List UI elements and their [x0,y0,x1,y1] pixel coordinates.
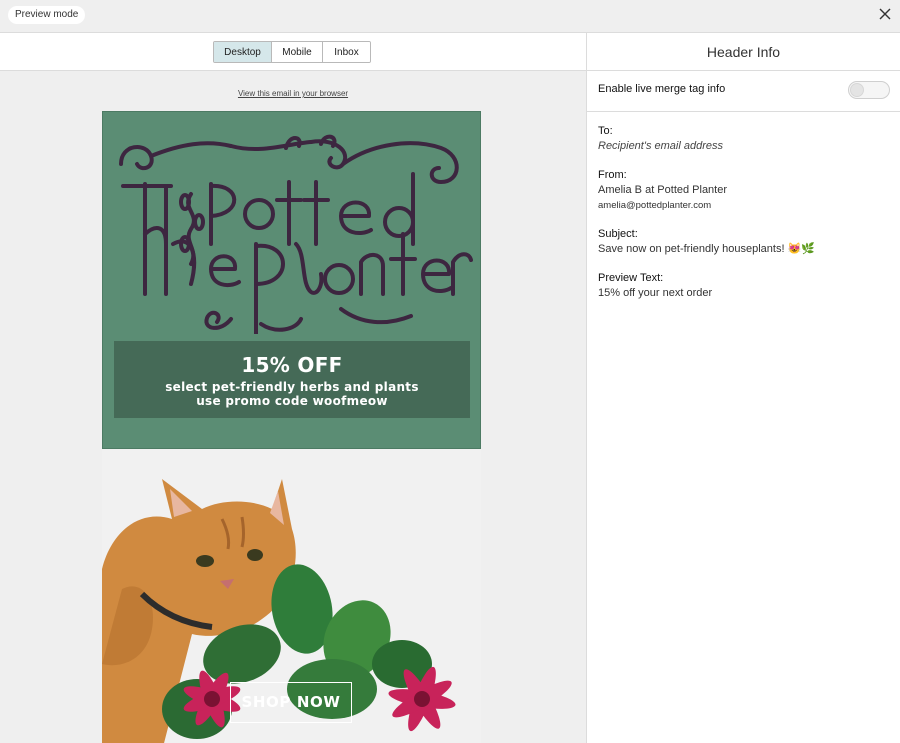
preview-text-field: Preview Text: 15% off your next order [598,271,889,301]
to-label: To: [598,125,613,137]
potted-planter-logo [119,134,473,334]
to-field: To: Recipient's email address [598,124,889,154]
shop-now-button[interactable]: SHOP NOW [230,682,352,723]
close-button[interactable] [878,7,892,21]
merge-tag-label: Enable live merge tag info [598,83,726,95]
preview-text-value: 15% off your next order [598,287,713,299]
email-preview-pane[interactable]: Desktop Mobile Inbox View this email in … [0,33,586,743]
promo-code-prefix: use promo code [196,394,313,408]
top-bar: Preview mode [0,0,900,33]
device-view-toggle: Desktop Mobile Inbox [213,41,371,63]
promo-banner: 15% OFF select pet-friendly herbs and pl… [114,341,470,418]
view-in-browser-link[interactable]: View this email in your browser [0,89,586,98]
subject-label: Subject: [598,228,638,240]
from-name: Amelia B at Potted Planter [598,184,728,196]
promo-line-2: use promo code woofmeow [114,394,470,408]
email-content: 15% OFF select pet-friendly herbs and pl… [102,111,481,743]
from-field: From: Amelia B at Potted Planter amelia@… [598,168,889,213]
promo-title: 15% OFF [241,353,343,377]
cat-with-plants-photo: SHOP NOW [102,449,481,743]
promo-line-1: select pet-friendly herbs and plants [165,380,419,394]
merge-tag-row: Enable live merge tag info [587,71,900,112]
to-value: Recipient's email address [598,140,723,152]
view-toggle-bar: Desktop Mobile Inbox [0,33,586,71]
view-mobile-button[interactable]: Mobile [272,42,323,62]
merge-tag-toggle[interactable] [848,81,890,99]
toggle-knob [850,83,864,97]
subject-value: Save now on pet-friendly houseplants! 😻🌿 [598,243,815,255]
view-desktop-button[interactable]: Desktop [214,42,272,62]
panel-title: Header Info [587,33,900,71]
from-label: From: [598,169,627,181]
subject-field: Subject: Save now on pet-friendly housep… [598,227,889,257]
header-info-panel: Header Info Enable live merge tag info T… [586,33,900,743]
promo-code: woofmeow [312,394,388,408]
view-inbox-button[interactable]: Inbox [323,42,370,62]
from-email: amelia@pottedplanter.com [598,200,712,211]
header-fields: To: Recipient's email address From: Amel… [587,112,900,301]
close-icon [879,8,891,20]
preview-mode-badge: Preview mode [8,6,86,24]
preview-text-label: Preview Text: [598,272,664,284]
email-hero: 15% OFF select pet-friendly herbs and pl… [102,111,481,449]
